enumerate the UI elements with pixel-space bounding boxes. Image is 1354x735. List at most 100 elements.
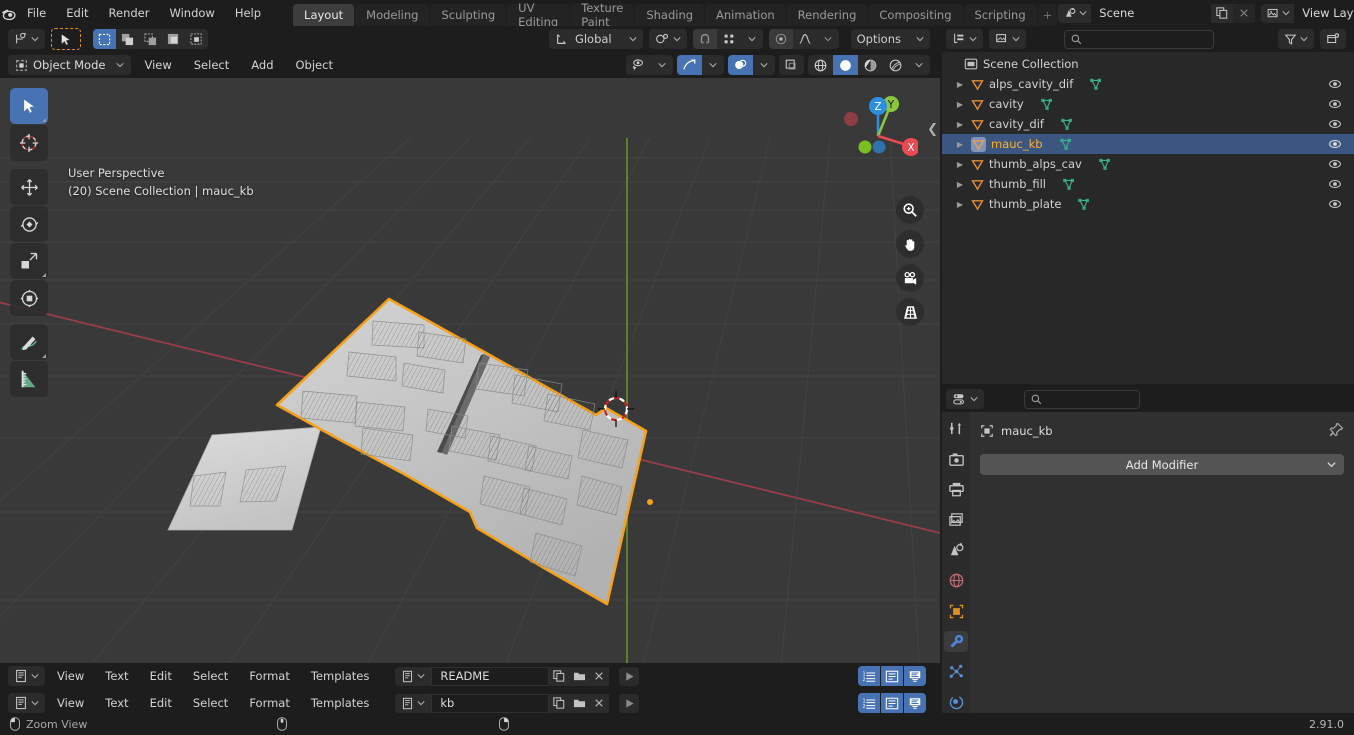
unlink-text-icon[interactable]	[589, 666, 610, 686]
view-layer-name[interactable]: View Layer	[1294, 3, 1354, 23]
visibility-eye-icon[interactable]	[1328, 197, 1342, 214]
disclosure-triangle-icon[interactable]: ▶	[954, 140, 966, 149]
show-overlays-icon[interactable]	[728, 55, 753, 75]
navigation-gizmo[interactable]: Y Z X	[834, 90, 920, 174]
visibility-eye-icon[interactable]	[1328, 137, 1342, 154]
shading-solid-icon[interactable]	[833, 55, 858, 75]
overlays-group[interactable]	[728, 55, 775, 75]
disclosure-triangle-icon[interactable]: ▶	[954, 120, 966, 129]
snap-increment-icon[interactable]	[716, 29, 741, 49]
select-new-icon[interactable]	[93, 29, 116, 49]
camera-icon[interactable]	[896, 264, 924, 292]
pin-icon[interactable]	[1329, 422, 1344, 440]
transform-tool[interactable]	[10, 280, 48, 316]
output-tab[interactable]	[944, 479, 968, 500]
tweak-select-box-tool[interactable]	[10, 88, 48, 124]
outliner-display-mode-icon[interactable]	[946, 29, 983, 49]
workspace-tab-rendering[interactable]: Rendering	[786, 4, 868, 26]
new-text-icon[interactable]	[549, 666, 570, 686]
outliner-row-thumb-plate[interactable]: ▶ thumb_plate	[942, 194, 1354, 214]
visibility-eye-icon[interactable]	[1328, 77, 1342, 94]
run-script-icon[interactable]	[619, 693, 640, 713]
filter-id-icon[interactable]	[989, 29, 1026, 49]
properties-editor[interactable]: mauc_kb Add Modifier	[942, 386, 1354, 713]
line-numbers-icon[interactable]: 12	[858, 693, 880, 713]
menu-window[interactable]: Window	[159, 3, 224, 23]
interaction-mode-dropdown[interactable]: Object Mode	[8, 55, 132, 75]
outliner-editor[interactable]: Scene Collection ▶ alps_cavity_dif ▶ cav…	[942, 26, 1354, 384]
workspace-tab-modeling[interactable]: Modeling	[355, 4, 430, 26]
disclosure-triangle-icon[interactable]: ▶	[954, 100, 966, 109]
text-editor-icon[interactable]	[8, 693, 45, 713]
menu-edit[interactable]: Edit	[56, 3, 98, 23]
scene-tab[interactable]	[944, 540, 968, 561]
unlink-scene-icon[interactable]	[1233, 3, 1256, 23]
hand-icon[interactable]	[896, 230, 924, 258]
workspace-tab-shading[interactable]: Shading	[635, 4, 705, 26]
rotate-tool[interactable]	[10, 206, 48, 242]
object-tab[interactable]	[944, 600, 968, 621]
text-menu-select[interactable]: Select	[184, 666, 237, 686]
text-menu-edit[interactable]: Edit	[141, 693, 181, 713]
text-editor-icon[interactable]	[8, 666, 45, 686]
properties-search-input[interactable]	[1024, 389, 1140, 409]
open-folder-icon[interactable]	[569, 666, 590, 686]
outliner-row-alps-cavity-dif[interactable]: ▶ alps_cavity_dif	[942, 74, 1354, 94]
add-modifier-button[interactable]: Add Modifier	[980, 454, 1344, 475]
shading-material-icon[interactable]	[858, 55, 883, 75]
workspace-tab-layout[interactable]: Layout	[293, 4, 355, 26]
particles-tab[interactable]	[944, 661, 968, 682]
gizmo-chevron-icon[interactable]	[702, 55, 724, 75]
grid-perspective-icon[interactable]	[896, 298, 924, 326]
toggle-xray-icon[interactable]	[779, 55, 804, 75]
scene-selector[interactable]: Scene	[1058, 3, 1256, 23]
workspace-tab-scripting[interactable]: Scripting	[963, 4, 1037, 26]
text-menu-view[interactable]: View	[48, 666, 93, 686]
proportional-edit-icon[interactable]	[768, 29, 793, 49]
syntax-highlight-icon[interactable]	[904, 666, 926, 686]
show-gizmo-icon[interactable]	[677, 55, 702, 75]
text-menu-templates[interactable]: Templates	[302, 666, 378, 686]
text-datablock-icon[interactable]	[395, 666, 432, 686]
options-dropdown[interactable]: Options	[850, 29, 930, 49]
workspace-tab-animation[interactable]: Animation	[705, 4, 786, 26]
disclosure-triangle-icon[interactable]: ▶	[954, 80, 966, 89]
workspace-tab-compositing[interactable]: Compositing	[868, 4, 963, 26]
shading-mode-group[interactable]	[808, 55, 930, 75]
menu-help[interactable]: Help	[225, 3, 271, 23]
outliner-search-input[interactable]	[1064, 29, 1214, 49]
disclosure-triangle-icon[interactable]: ▶	[954, 180, 966, 189]
visibility-eye-icon[interactable]	[1328, 97, 1342, 114]
scene-name[interactable]: Scene	[1091, 3, 1212, 23]
snap-group[interactable]	[692, 29, 763, 49]
zoom-magnifier-icon[interactable]	[896, 196, 924, 224]
workspace-add-tab[interactable]: +	[1037, 4, 1058, 26]
text-menu-format[interactable]: Format	[240, 666, 299, 686]
filter-funnel-icon[interactable]	[1278, 29, 1314, 49]
blender-logo-icon[interactable]	[0, 5, 17, 22]
view-layer-icon[interactable]	[1261, 3, 1295, 23]
workspace-tab-sculpting[interactable]: Sculpting	[430, 4, 507, 26]
shading-rendered-icon[interactable]	[883, 55, 908, 75]
modifier-tab[interactable]	[944, 630, 968, 653]
proportional-falloff-icon[interactable]	[792, 29, 817, 49]
text-menu-text[interactable]: Text	[96, 693, 137, 713]
text-menu-text[interactable]: Text	[96, 666, 137, 686]
text-menu-select[interactable]: Select	[184, 693, 237, 713]
select-extend-icon[interactable]	[116, 29, 139, 49]
snap-magnet-icon[interactable]	[692, 29, 717, 49]
cursor-tool[interactable]	[10, 125, 48, 161]
measure-tool[interactable]	[10, 361, 48, 397]
transform-orientation-dropdown[interactable]: Global	[548, 29, 643, 49]
disclosure-triangle-icon[interactable]: ▶	[954, 200, 966, 209]
workspace-tab-texture-paint[interactable]: Texture Paint	[570, 1, 635, 29]
visibility-eye-icon[interactable]	[1328, 117, 1342, 134]
visibility-eye-icon[interactable]	[1328, 157, 1342, 174]
move-tool[interactable]	[10, 169, 48, 205]
select-invert-icon[interactable]	[162, 29, 185, 49]
text-menu-view[interactable]: View	[48, 693, 93, 713]
viewport-menu-object[interactable]: Object	[287, 55, 342, 75]
world-tab[interactable]	[944, 570, 968, 591]
shading-chevron-icon[interactable]	[908, 55, 930, 75]
outliner-row-cavity-dif[interactable]: ▶ cavity_dif	[942, 114, 1354, 134]
